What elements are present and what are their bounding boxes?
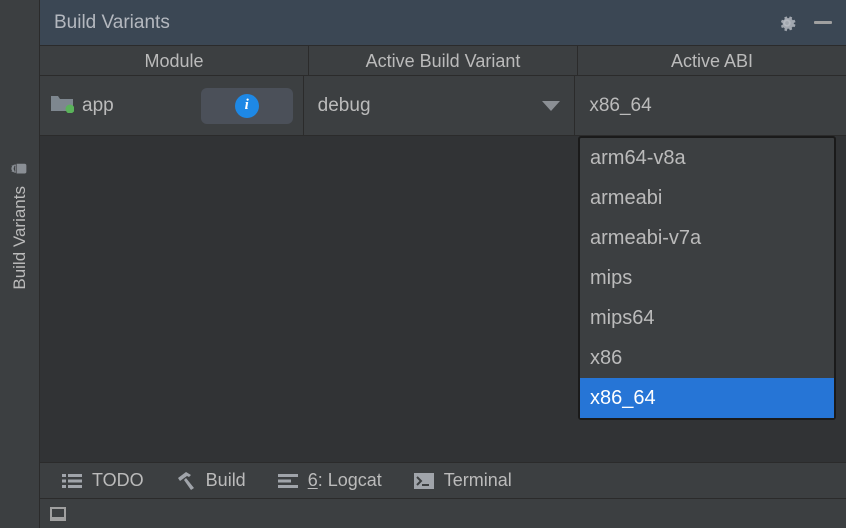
info-icon: i [235, 94, 259, 118]
logcat-icon [278, 474, 298, 488]
hammer-icon [176, 472, 196, 490]
columns-header: Module Active Build Variant Active ABI [40, 46, 846, 76]
module-cell[interactable]: app i [40, 76, 304, 135]
status-bar [40, 498, 846, 528]
terminal-tab[interactable]: Terminal [414, 470, 512, 491]
build-tab[interactable]: Build [176, 470, 246, 491]
gear-icon[interactable] [776, 12, 798, 34]
panel-body: arm64-v8aarmeabiarmeabi-v7amipsmips64x86… [40, 136, 846, 462]
abi-option[interactable]: arm64-v8a [580, 138, 834, 178]
chevron-down-icon [542, 101, 560, 111]
abi-option[interactable]: x86 [580, 338, 834, 378]
logcat-label: 6: Logcat [308, 470, 382, 491]
build-label: Build [206, 470, 246, 491]
info-button[interactable]: i [201, 88, 293, 124]
list-icon [62, 473, 82, 489]
abi-option[interactable]: armeabi-v7a [580, 218, 834, 258]
panel-header: Build Variants [40, 0, 846, 46]
android-icon [11, 160, 29, 178]
abi-option[interactable]: armeabi [580, 178, 834, 218]
status-square-icon[interactable] [50, 507, 66, 521]
module-row: app i debug x86_64 [40, 76, 846, 136]
logcat-tab[interactable]: 6: Logcat [278, 470, 382, 491]
abi-dropdown-cell[interactable]: x86_64 [575, 76, 846, 135]
panel-title: Build Variants [54, 12, 170, 34]
todo-label: TODO [92, 470, 144, 491]
abi-option[interactable]: x86_64 [580, 378, 834, 418]
abi-option[interactable]: mips64 [580, 298, 834, 338]
module-name: app [82, 95, 114, 117]
terminal-label: Terminal [444, 470, 512, 491]
build-variant-dropdown[interactable]: debug [304, 76, 576, 135]
sidebar-tab-label: Build Variants [10, 186, 30, 290]
bottom-toolbar: TODO Build 6: Logcat Terminal [40, 462, 846, 498]
terminal-icon [414, 473, 434, 489]
build-variants-side-tab[interactable]: Build Variants [6, 140, 34, 310]
abi-dropdown-list: arm64-v8aarmeabiarmeabi-v7amipsmips64x86… [578, 136, 836, 420]
left-tool-gutter: Build Variants [0, 0, 40, 528]
abi-value: x86_64 [589, 95, 651, 117]
col-header-module: Module [40, 46, 309, 75]
header-actions [776, 12, 832, 34]
todo-tab[interactable]: TODO [62, 470, 144, 491]
variant-value: debug [318, 95, 371, 117]
minimize-icon [814, 21, 832, 24]
col-header-abi: Active ABI [578, 46, 846, 75]
col-header-variant: Active Build Variant [309, 46, 578, 75]
main-area: Build Variants Module Active Build Varia… [40, 0, 846, 528]
minimize-button[interactable] [814, 21, 832, 24]
folder-icon [50, 93, 74, 118]
abi-option[interactable]: mips [580, 258, 834, 298]
